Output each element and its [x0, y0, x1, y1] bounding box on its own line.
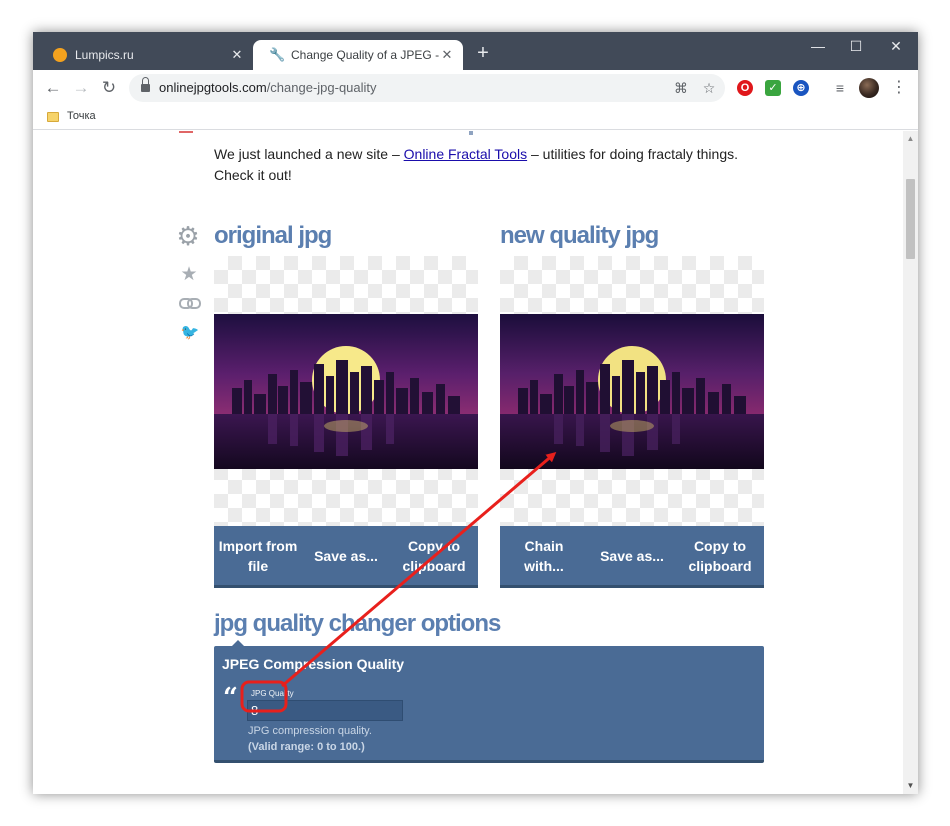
copy-to-clipboard-button[interactable]: Copy to clipboard — [676, 526, 764, 585]
tab-title: Lumpics.ru — [75, 48, 134, 62]
address-bar[interactable]: onlinejpgtools.com/change-jpg-quality ⌘ … — [129, 74, 725, 102]
page-viewport: We just launched a new site – Online Fra… — [33, 131, 903, 794]
copy-to-clipboard-button[interactable]: Copy to clipboard — [390, 526, 478, 585]
scroll-down-icon[interactable]: ▼ — [903, 780, 918, 792]
original-actions-bar: Import from file Save as... Copy to clip… — [214, 526, 478, 588]
lumpics-favicon-icon — [53, 48, 67, 62]
tab-lumpics[interactable]: Lumpics.ru ✕ — [37, 40, 253, 70]
tab-title: Change Quality of a JPEG - Online — [291, 48, 441, 62]
original-jpg-title: original jpg — [214, 222, 332, 249]
gear-icon[interactable]: ⚙ — [175, 223, 201, 249]
tab-strip: Lumpics.ru ✕ 🔧 Change Quality of a JPEG … — [33, 32, 918, 70]
translate-icon[interactable]: ⌘ — [671, 78, 691, 98]
option-title: JPEG Compression Quality — [222, 656, 405, 672]
checkmark-extension-icon[interactable]: ✓ — [765, 80, 781, 96]
minimize-button[interactable]: — — [798, 32, 838, 60]
opera-vpn-extension-icon[interactable]: O — [737, 80, 753, 96]
browser-toolbar: ← → ↻ onlinejpgtools.com/change-jpg-qual… — [33, 70, 918, 106]
option-help-text: JPG compression quality. — [248, 725, 372, 737]
star-icon[interactable]: ★ — [179, 265, 199, 285]
url-domain: onlinejpgtools.com — [159, 80, 267, 95]
new-tab-button[interactable]: + — [473, 43, 493, 63]
window-close-button[interactable]: ✕ — [876, 32, 916, 60]
profile-avatar[interactable] — [859, 78, 879, 98]
close-icon[interactable]: ✕ — [229, 47, 245, 63]
partial-heading-fragment — [469, 131, 473, 135]
import-from-file-button[interactable]: Import from file — [214, 526, 302, 585]
twitter-icon[interactable]: 🐦 — [180, 325, 200, 341]
option-range-text: (Valid range: 0 to 100.) — [248, 741, 365, 753]
fractal-tools-link[interactable]: Online Fractal Tools — [404, 146, 527, 162]
scroll-thumb[interactable] — [906, 179, 915, 259]
options-title: jpg quality changer options — [214, 610, 501, 637]
option-input-label: JPG Quality — [251, 689, 294, 698]
notice-text: We just launched a new site – — [214, 146, 404, 162]
bookmark-star-icon[interactable]: ☆ — [699, 78, 719, 98]
browser-menu-icon[interactable]: ⋮ — [891, 76, 907, 100]
partial-header-icon — [179, 131, 193, 133]
page-scrollbar[interactable]: ▲ ▼ — [903, 131, 918, 794]
reading-list-icon[interactable]: ≡ — [831, 80, 849, 96]
bookmark-item[interactable]: Точка — [67, 110, 96, 122]
url-path: /change-jpg-quality — [266, 80, 377, 95]
save-as-button[interactable]: Save as... — [588, 526, 676, 585]
new-quality-jpg-title: new quality jpg — [500, 222, 659, 249]
options-panel: JPEG Compression Quality “ JPG Quality J… — [214, 646, 764, 763]
new-image-panel[interactable] — [500, 256, 764, 526]
jpg-quality-input[interactable] — [247, 700, 403, 721]
scroll-up-icon[interactable]: ▲ — [903, 133, 918, 145]
wrench-favicon-icon: 🔧 — [269, 47, 286, 62]
back-button[interactable]: ← — [41, 76, 65, 100]
bookmarks-bar: Точка — [33, 106, 918, 130]
url-text[interactable]: onlinejpgtools.com/change-jpg-quality — [159, 80, 377, 95]
link-icon[interactable] — [179, 296, 201, 310]
maximize-button[interactable]: ☐ — [836, 32, 876, 60]
new-actions-bar: Chain with... Save as... Copy to clipboa… — [500, 526, 764, 588]
original-image-panel[interactable] — [214, 256, 478, 526]
reload-button[interactable]: ↻ — [97, 76, 121, 100]
lock-icon — [141, 77, 150, 93]
close-icon[interactable]: ✕ — [439, 47, 455, 63]
tab-change-quality[interactable]: 🔧 Change Quality of a JPEG - Online ✕ — [253, 40, 463, 70]
city-night-image-compressed — [500, 314, 764, 469]
quote-icon: “ — [223, 683, 238, 713]
announcement-text: We just launched a new site – Online Fra… — [214, 144, 774, 186]
forward-button[interactable]: → — [69, 76, 93, 100]
chain-with-button[interactable]: Chain with... — [500, 526, 588, 585]
city-night-image — [214, 314, 478, 469]
browser-window: Lumpics.ru ✕ 🔧 Change Quality of a JPEG … — [33, 32, 918, 794]
folder-icon — [47, 112, 59, 122]
save-as-button[interactable]: Save as... — [302, 526, 390, 585]
globe-extension-icon[interactable]: ⊕ — [793, 80, 809, 96]
